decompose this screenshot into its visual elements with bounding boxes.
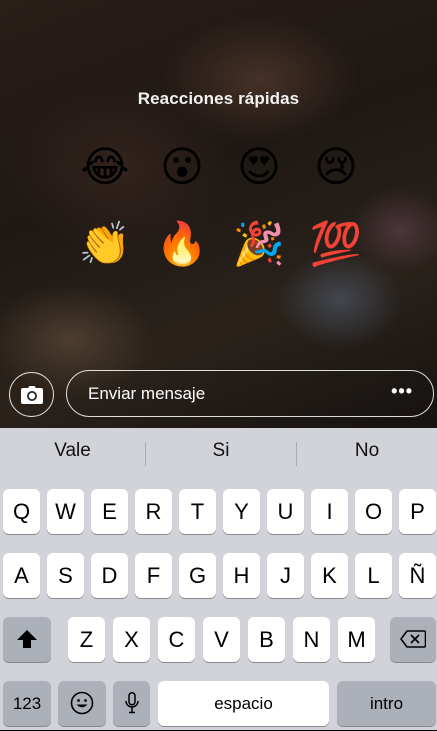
key-m[interactable]: M xyxy=(338,617,375,662)
key-v[interactable]: V xyxy=(203,617,240,662)
numbers-key[interactable]: 123 xyxy=(3,681,51,726)
return-key[interactable]: intro xyxy=(337,681,436,726)
key-h[interactable]: H xyxy=(223,553,260,598)
suggestion-vale[interactable]: Vale xyxy=(0,428,145,474)
suggestion-no[interactable]: No xyxy=(297,428,437,474)
backspace-icon xyxy=(400,630,427,648)
reaction-crying[interactable]: 😢 xyxy=(308,139,364,195)
key-c[interactable]: C xyxy=(158,617,195,662)
key-l[interactable]: L xyxy=(355,553,392,598)
key-g[interactable]: G xyxy=(179,553,216,598)
key-n[interactable]: N xyxy=(293,617,330,662)
emoji-icon xyxy=(70,691,94,715)
key-e[interactable]: E xyxy=(91,489,128,534)
key-t[interactable]: T xyxy=(179,489,216,534)
key-p[interactable]: P xyxy=(399,489,436,534)
more-options-icon[interactable]: ••• xyxy=(391,381,413,402)
suggestion-si[interactable]: Si xyxy=(146,428,296,474)
camera-icon xyxy=(20,385,43,404)
microphone-icon xyxy=(124,692,139,714)
key-a[interactable]: A xyxy=(3,553,40,598)
key-q[interactable]: Q xyxy=(3,489,40,534)
reaction-fire[interactable]: 🔥 xyxy=(154,216,210,272)
key-z[interactable]: Z xyxy=(68,617,105,662)
dictation-key[interactable] xyxy=(113,681,150,726)
key-y[interactable]: Y xyxy=(223,489,260,534)
key-enye[interactable]: Ñ xyxy=(399,553,436,598)
dim-overlay xyxy=(0,0,437,428)
message-placeholder: Enviar mensaje xyxy=(88,384,206,403)
reaction-laughing[interactable]: 😂 xyxy=(77,139,133,195)
message-input[interactable]: Enviar mensaje ••• xyxy=(66,370,434,417)
shift-key[interactable] xyxy=(3,617,51,662)
key-s[interactable]: S xyxy=(47,553,84,598)
key-r[interactable]: R xyxy=(135,489,172,534)
camera-button[interactable] xyxy=(9,372,54,417)
space-key[interactable]: espacio xyxy=(158,681,329,726)
key-i[interactable]: I xyxy=(311,489,348,534)
keyboard: Vale Si No Q W E R T Y U I O P A S D F G… xyxy=(0,428,437,730)
suggestion-bar: Vale Si No xyxy=(0,428,437,474)
key-f[interactable]: F xyxy=(135,553,172,598)
key-b[interactable]: B xyxy=(248,617,285,662)
key-j[interactable]: J xyxy=(267,553,304,598)
reaction-heart-eyes[interactable]: 😍 xyxy=(231,139,287,195)
key-o[interactable]: O xyxy=(355,489,392,534)
reaction-clapping[interactable]: 👏 xyxy=(77,216,133,272)
reaction-hundred[interactable]: 💯 xyxy=(308,216,364,272)
reaction-surprised[interactable]: 😮 xyxy=(154,139,210,195)
reaction-party[interactable]: 🎉 xyxy=(231,216,287,272)
emoji-key[interactable] xyxy=(58,681,106,726)
shift-icon xyxy=(17,630,37,648)
key-x[interactable]: X xyxy=(113,617,150,662)
key-d[interactable]: D xyxy=(91,553,128,598)
key-k[interactable]: K xyxy=(311,553,348,598)
story-background: Reacciones rápidas 😂 😮 😍 😢 👏 🔥 🎉 💯 Envia… xyxy=(0,0,437,428)
delete-key[interactable] xyxy=(390,617,436,662)
key-u[interactable]: U xyxy=(267,489,304,534)
quick-reactions-title: Reacciones rápidas xyxy=(137,89,300,108)
key-w[interactable]: W xyxy=(47,489,84,534)
